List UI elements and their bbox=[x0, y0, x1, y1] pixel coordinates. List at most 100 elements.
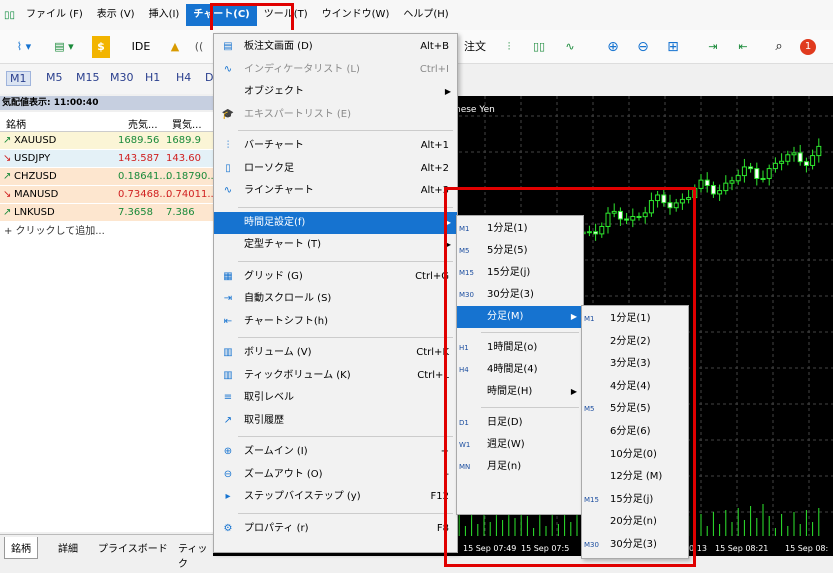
menu-help[interactable]: ヘルプ(H) bbox=[396, 4, 455, 26]
candle-body bbox=[723, 182, 729, 192]
tf-m30[interactable]: M30 bbox=[110, 71, 134, 84]
chart_menu-item[interactable]: ⫶ バーチャート Alt+1 bbox=[214, 135, 457, 157]
menu-separator bbox=[238, 337, 453, 338]
submenu-arrow-icon: ▶ bbox=[444, 87, 451, 96]
chart_menu-item[interactable]: ▥ ティックボリューム (K) Ctrl+L bbox=[214, 365, 457, 387]
grid-icon: ▦ bbox=[223, 270, 233, 282]
timeframe-bar: M1 M5 M15 M30 H1 H4 D bbox=[0, 64, 240, 94]
tab-details[interactable]: 詳細 bbox=[58, 540, 78, 555]
candle-body bbox=[785, 154, 791, 162]
column-bid[interactable]: 売気... bbox=[128, 116, 158, 131]
candlestick-toolbar-icon[interactable]: ▯▯ bbox=[530, 36, 548, 58]
grid-toolbar-icon[interactable]: ⊞ bbox=[664, 36, 682, 58]
column-symbol[interactable]: 銘柄 bbox=[6, 116, 26, 131]
candle-body bbox=[816, 145, 822, 157]
menu-label: チャートシフト(h) bbox=[244, 315, 329, 327]
tab-price-board[interactable]: プライスボード bbox=[98, 540, 168, 555]
zoom-out-toolbar-icon[interactable]: ⊖ bbox=[634, 36, 652, 58]
menu-file[interactable]: ファイル (F) bbox=[19, 4, 90, 26]
menu-label: ティックボリューム (K) bbox=[244, 369, 351, 381]
candle-body bbox=[791, 152, 797, 156]
chart_menu-item[interactable]: ⇥ 自動スクロール (S) bbox=[214, 288, 457, 310]
menu-window[interactable]: ウインドウ(W) bbox=[315, 4, 397, 26]
menu-view[interactable]: 表示 (V) bbox=[90, 4, 142, 26]
candle-body bbox=[766, 168, 772, 179]
zoom-out-icon: ⊖ bbox=[223, 468, 233, 480]
menu-label: ズームイン (I) bbox=[244, 446, 308, 457]
chart-menu: ▤ 板注文画面 (D) Alt+B ∿ インディケータリスト (L) Ctrl+I オブジェ… bbox=[213, 33, 458, 553]
tf-m5[interactable]: M5 bbox=[46, 71, 63, 84]
line-chart-toolbar-icon[interactable]: ∿ bbox=[561, 36, 579, 58]
chart-shift-toolbar-icon[interactable]: ⇤ bbox=[734, 36, 752, 58]
menu-label: グリッド (G) bbox=[244, 270, 303, 282]
chart_menu-item[interactable]: ▤ 板注文画面 (D) Alt+B bbox=[214, 36, 457, 58]
notification-badge[interactable]: 1 bbox=[800, 39, 816, 55]
row-bid: 143.587 bbox=[118, 153, 160, 164]
add-symbol-link[interactable]: + クリックして追加... bbox=[4, 222, 105, 237]
chart_menu-item[interactable]: 🎓 エキスパートリスト (E) bbox=[214, 104, 457, 126]
new-chart-icon[interactable]: ⌇ ▾ bbox=[6, 36, 42, 58]
trend-down-icon: ↘ bbox=[3, 153, 12, 164]
chart_menu-item[interactable]: ∿ ラインチャート Alt+3 bbox=[214, 180, 457, 202]
chart_menu-item[interactable]: ≡ 取引レベル bbox=[214, 387, 457, 409]
chart_menu-item[interactable]: ▦ グリッド (G) Ctrl+G bbox=[214, 266, 457, 288]
ide-button[interactable]: IDE bbox=[130, 36, 152, 58]
properties-icon: ⚙ bbox=[223, 522, 233, 534]
market-watch-row[interactable]: ↗ CHZUSD 0.18641... 0.18790... bbox=[0, 168, 217, 185]
chart_menu-item[interactable]: ↗ 取引履歴 bbox=[214, 410, 457, 432]
candle-body bbox=[760, 177, 766, 180]
market-watch-row[interactable]: ↘ USDJPY 143.587 143.60 bbox=[0, 150, 213, 167]
column-ask[interactable]: 買気... bbox=[172, 116, 202, 131]
row-symbol: USDJPY bbox=[14, 153, 51, 164]
menu-separator bbox=[238, 130, 453, 131]
row-ask: 143.60 bbox=[166, 153, 201, 164]
chart_menu-item[interactable]: ⊖ ズームアウト (O) - bbox=[214, 464, 457, 486]
market-watch-row[interactable]: ↗ XAUUSD 1689.56 1689.9 bbox=[0, 132, 213, 149]
market-watch-row[interactable]: ↘ MANUSD 0.73468... 0.74011... bbox=[0, 186, 217, 203]
lock-icon[interactable]: ▲ bbox=[166, 36, 184, 58]
chart_menu-item[interactable]: ⊕ ズームイン (I) + bbox=[214, 441, 457, 463]
chart_menu-item[interactable]: オブジェクト ▶ bbox=[214, 81, 457, 103]
menu-shortcut: Alt+1 bbox=[420, 140, 449, 151]
chart_menu-item[interactable]: ▥ ボリューム (V) Ctrl+K bbox=[214, 342, 457, 364]
market-watch-row[interactable]: ↗ LNKUSD 7.3658 7.386 bbox=[0, 204, 213, 221]
menu-shortcut: Alt+B bbox=[420, 41, 449, 52]
trend-up-icon: ↗ bbox=[3, 207, 12, 218]
tab-tick[interactable]: ティック bbox=[178, 540, 213, 570]
row-symbol: XAUUSD bbox=[14, 135, 57, 146]
candle-body bbox=[698, 179, 704, 189]
menu-label: ズームアウト (O) bbox=[244, 468, 323, 480]
chart_menu-item[interactable]: ▸ ステップバイステップ (y) F12 bbox=[214, 486, 457, 508]
chart_menu-item[interactable]: 時間足設定(f) ▶ bbox=[214, 211, 457, 234]
chart_menu-item[interactable]: 定型チャート (T) ▶ bbox=[214, 234, 457, 256]
zoom-in-icon: ⊕ bbox=[223, 446, 233, 457]
menu-label: ステップバイステップ (y) bbox=[244, 491, 361, 502]
step-by-step-icon: ▸ bbox=[225, 491, 231, 502]
chart_menu-item[interactable]: ∿ インディケータリスト (L) Ctrl+I bbox=[214, 59, 457, 81]
zoom-in-toolbar-icon[interactable]: ⊕ bbox=[604, 36, 622, 58]
tick-volume-icon: ▥ bbox=[223, 369, 233, 381]
order-button[interactable]: 注文 bbox=[462, 36, 488, 58]
signal-icon[interactable]: (( bbox=[190, 36, 208, 58]
menu-label: エキスパートリスト (E) bbox=[244, 108, 351, 120]
chart_menu-item[interactable]: ⚙ プロパティ (r) F8 bbox=[214, 518, 457, 540]
chart-shift-icon: ⇤ bbox=[223, 315, 233, 327]
tf-m15[interactable]: M15 bbox=[76, 71, 100, 84]
profiles-icon[interactable]: ▤ ▾ bbox=[46, 36, 82, 58]
expert-list-icon: 🎓 bbox=[221, 108, 235, 120]
auto-scroll-toolbar-icon[interactable]: ⇥ bbox=[704, 36, 722, 58]
tab-symbols[interactable]: 銘柄 bbox=[4, 537, 38, 559]
tf-m1[interactable]: M1 bbox=[6, 71, 31, 86]
market-icon[interactable]: $ bbox=[92, 36, 110, 58]
row-bid: 1689.56 bbox=[118, 135, 160, 146]
row-symbol: CHZUSD bbox=[14, 171, 57, 182]
tf-h4[interactable]: H4 bbox=[176, 71, 191, 84]
menu-insert[interactable]: 挿入(I) bbox=[142, 4, 187, 26]
menu-label: オブジェクト bbox=[244, 86, 304, 97]
chart_menu-item[interactable]: ⇤ チャートシフト(h) bbox=[214, 311, 457, 333]
chart_menu-item[interactable]: ▯ ローソク足 Alt+2 bbox=[214, 158, 457, 180]
menu-label: ローソク足 bbox=[244, 162, 294, 174]
search-icon[interactable]: ⌕ bbox=[770, 36, 788, 58]
tf-h1[interactable]: H1 bbox=[145, 71, 160, 84]
bar-chart-toolbar-icon[interactable]: ⫶ bbox=[500, 36, 518, 58]
